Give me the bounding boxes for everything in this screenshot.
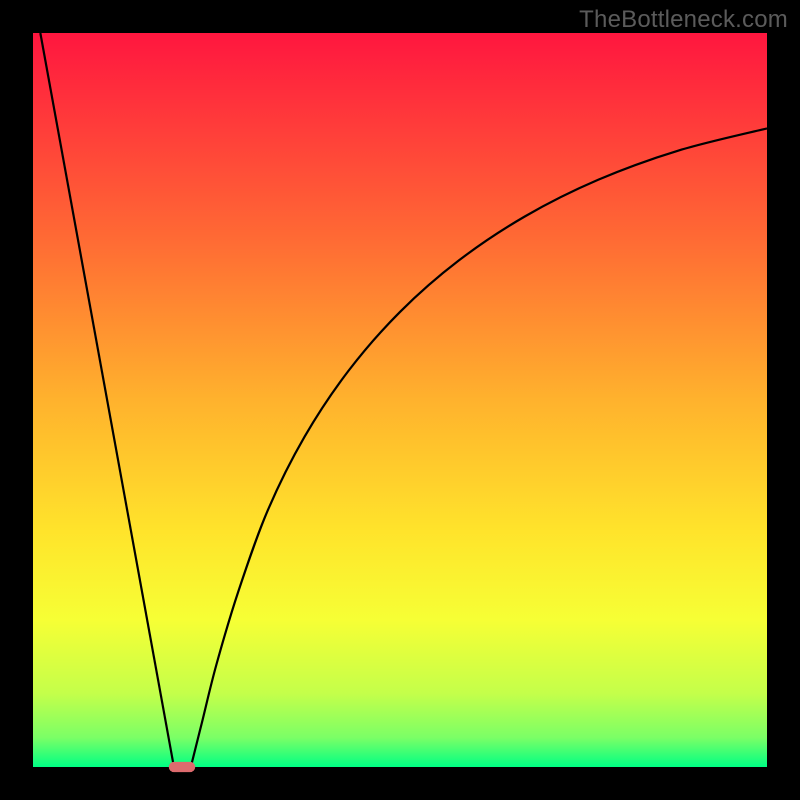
bottleneck-chart bbox=[0, 0, 800, 800]
plot-background bbox=[33, 33, 767, 767]
chart-frame: TheBottleneck.com bbox=[0, 0, 800, 800]
optimal-marker bbox=[169, 762, 195, 772]
watermark-text: TheBottleneck.com bbox=[579, 6, 788, 34]
